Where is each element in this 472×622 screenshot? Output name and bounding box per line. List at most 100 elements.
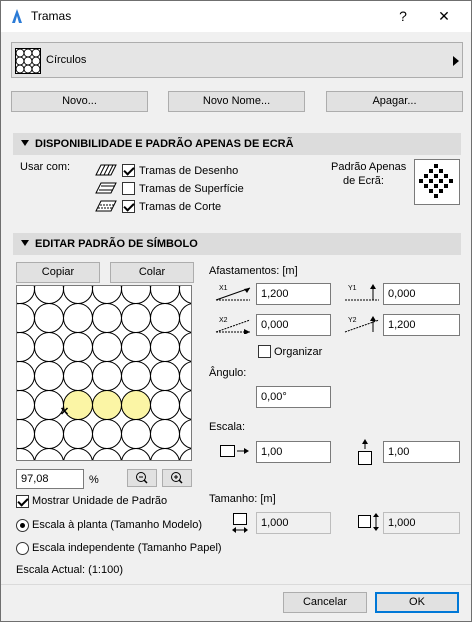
paste-button[interactable]: Colar [110, 262, 194, 283]
pattern-unit-circle [92, 390, 122, 420]
delete-button[interactable]: Apagar... [326, 91, 463, 112]
current-scale-label: Escala Actual: (1:100) [16, 564, 124, 576]
x1-tag: X1 [219, 285, 228, 292]
cover-fill-icon [95, 182, 117, 194]
zoom-out-button[interactable] [127, 469, 157, 487]
window-title: Tramas [31, 9, 72, 23]
scale-label: Escala: [209, 421, 246, 433]
pattern-circle [17, 390, 35, 420]
pattern-circle [34, 419, 64, 449]
screen-pattern-label-2: de Ecrã: [343, 175, 384, 187]
help-button[interactable]: ? [388, 4, 418, 28]
pattern-circle [17, 419, 35, 449]
availability-section-title: DISPONIBILIDADE E PADRÃO APENAS DE ECRÃ [35, 138, 294, 150]
angle-label: Ângulo: [209, 367, 247, 379]
cover-fill-label: Tramas de Superfície [139, 183, 244, 195]
pattern-circle [92, 361, 122, 391]
x1-offset-icon: X1 [215, 285, 251, 301]
footer-divider [1, 584, 471, 585]
pattern-editor-canvas[interactable] [16, 285, 192, 461]
pattern-circle [121, 448, 151, 460]
tramas-dialog: Tramas ? ✕ Círculos Novo... Novo Nome...… [0, 0, 472, 622]
y2-offset-input[interactable]: 1,200 [383, 314, 460, 336]
cancel-button[interactable]: Cancelar [283, 592, 367, 613]
pattern-circle [121, 286, 151, 304]
pattern-circle [179, 332, 191, 362]
pattern-circle [150, 448, 180, 460]
pattern-circle [63, 361, 93, 391]
offsets-label: Afastamentos: [m] [209, 265, 298, 277]
pattern-circle [150, 303, 180, 333]
organize-checkbox[interactable] [258, 345, 271, 358]
new-name-button[interactable]: Novo Nome... [168, 91, 305, 112]
cut-fill-checkbox[interactable] [122, 200, 135, 213]
x2-offset-input[interactable]: 0,000 [256, 314, 331, 336]
zoom-unit: % [89, 474, 99, 486]
y1-offset-icon: Y1 [345, 284, 379, 301]
scale-plan-label: Escala à planta (Tamanho Modelo) [32, 519, 202, 531]
scale-x-input[interactable]: 1,00 [256, 441, 331, 463]
screen-pattern-picker[interactable] [414, 159, 460, 205]
pattern-circle [17, 286, 35, 304]
drafting-fill-icon [95, 164, 117, 176]
use-with-label: Usar com: [20, 161, 71, 173]
scale-plan-radio[interactable] [16, 519, 29, 532]
pattern-circle [63, 332, 93, 362]
zoom-in-icon [171, 472, 183, 484]
pattern-circle [121, 303, 151, 333]
size-width-field: 1,000 [256, 512, 331, 534]
symbol-editor-section-header[interactable]: EDITAR PADRÃO DE SÍMBOLO [13, 233, 461, 255]
y1-offset-input[interactable]: 0,000 [383, 283, 460, 305]
pattern-circle [34, 286, 64, 304]
cut-fill-icon [95, 200, 117, 212]
pattern-circle [92, 448, 122, 460]
pattern-circle [92, 286, 122, 304]
pattern-circle [34, 303, 64, 333]
pattern-circle [34, 390, 64, 420]
pattern-circle [179, 303, 191, 333]
ok-button[interactable]: OK [375, 592, 459, 613]
pattern-circle [150, 390, 180, 420]
close-button[interactable]: ✕ [429, 4, 459, 28]
scale-independent-radio[interactable] [16, 542, 29, 555]
pattern-dropdown[interactable]: Círculos [11, 42, 463, 78]
y2-offset-icon: Y2 [344, 316, 380, 333]
angle-input[interactable]: 0,00° [256, 386, 331, 408]
drafting-fill-label: Tramas de Desenho [139, 165, 239, 177]
availability-section-header[interactable]: DISPONIBILIDADE E PADRÃO APENAS DE ECRÃ [13, 133, 461, 155]
drafting-fill-checkbox[interactable] [122, 164, 135, 177]
show-unit-checkbox[interactable] [16, 495, 29, 508]
pattern-circle [150, 419, 180, 449]
pattern-unit-circle [63, 390, 93, 420]
pattern-circle [92, 332, 122, 362]
zoom-input[interactable]: 97,08 [16, 469, 84, 489]
pattern-circle [121, 361, 151, 391]
x1-offset-input[interactable]: 1,200 [256, 283, 331, 305]
scale-x-icon [220, 445, 249, 457]
organize-label: Organizar [274, 346, 323, 358]
x2-offset-icon: X2 [215, 317, 251, 334]
pattern-circle [17, 448, 35, 460]
pattern-circle [34, 361, 64, 391]
title-bar: Tramas ? ✕ [1, 1, 471, 32]
pattern-circle [179, 361, 191, 391]
symbol-editor-section-title: EDITAR PADRÃO DE SÍMBOLO [35, 238, 198, 250]
pattern-circle [121, 419, 151, 449]
scale-y-input[interactable]: 1,00 [383, 441, 460, 463]
zoom-in-button[interactable] [162, 469, 192, 487]
screen-pattern-label-1: Padrão Apenas [331, 161, 407, 173]
collapse-triangle-icon [21, 240, 29, 246]
pattern-circle [17, 361, 35, 391]
pattern-circle [34, 332, 64, 362]
pattern-circle [63, 448, 93, 460]
y2-tag: Y2 [348, 317, 357, 324]
selected-pattern-name: Círculos [46, 54, 87, 66]
pattern-circle [63, 286, 93, 304]
new-button[interactable]: Novo... [11, 91, 148, 112]
cover-fill-checkbox[interactable] [122, 182, 135, 195]
pattern-circles-grid [17, 286, 191, 460]
pattern-circle [150, 361, 180, 391]
pattern-circle [34, 448, 64, 460]
copy-button[interactable]: Copiar [16, 262, 100, 283]
scale-independent-label: Escala independente (Tamanho Papel) [32, 542, 222, 554]
